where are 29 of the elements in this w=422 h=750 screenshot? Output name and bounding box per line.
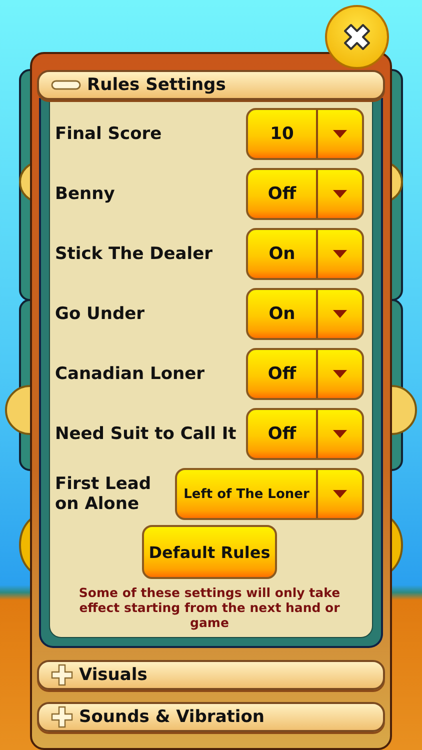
plus-icon [51, 664, 73, 686]
dropdown[interactable]: On [246, 288, 364, 340]
caret-icon [333, 430, 347, 438]
setting-label: First Lead on Alone [55, 474, 152, 514]
plus-icon [51, 706, 73, 728]
caret-icon [333, 490, 347, 498]
setting-label: Stick The Dealer [55, 244, 214, 264]
caret-icon [333, 370, 347, 378]
setting-label: Final Score [55, 124, 163, 144]
caret-icon [333, 250, 347, 258]
note-text: Some of these settings will only take effect starting from the next hand or game [78, 585, 342, 630]
minus-icon [51, 79, 81, 91]
dropdown[interactable]: Off [246, 168, 364, 220]
section-header[interactable]: Rules Settings [37, 70, 385, 100]
section-header[interactable]: Sounds & Vibration [37, 702, 385, 732]
setting-label: Benny [55, 184, 116, 204]
setting-label: Go Under [55, 304, 146, 324]
dropdown[interactable]: Left of The Loner [175, 468, 364, 520]
dropdown[interactable]: Off [246, 408, 364, 460]
caret-icon [333, 130, 347, 138]
setting-label: Canadian Loner [55, 364, 206, 384]
dropdown[interactable]: 10 [246, 108, 364, 160]
caret-icon [333, 310, 347, 318]
dropdown[interactable]: Off [246, 348, 364, 400]
section-header[interactable]: Visuals [37, 660, 385, 690]
default-rules-button[interactable]: Default Rules [142, 525, 277, 579]
caret-icon [333, 190, 347, 198]
dropdown[interactable]: On [246, 228, 364, 280]
setting-label: Need Suit to Call It [55, 424, 238, 444]
